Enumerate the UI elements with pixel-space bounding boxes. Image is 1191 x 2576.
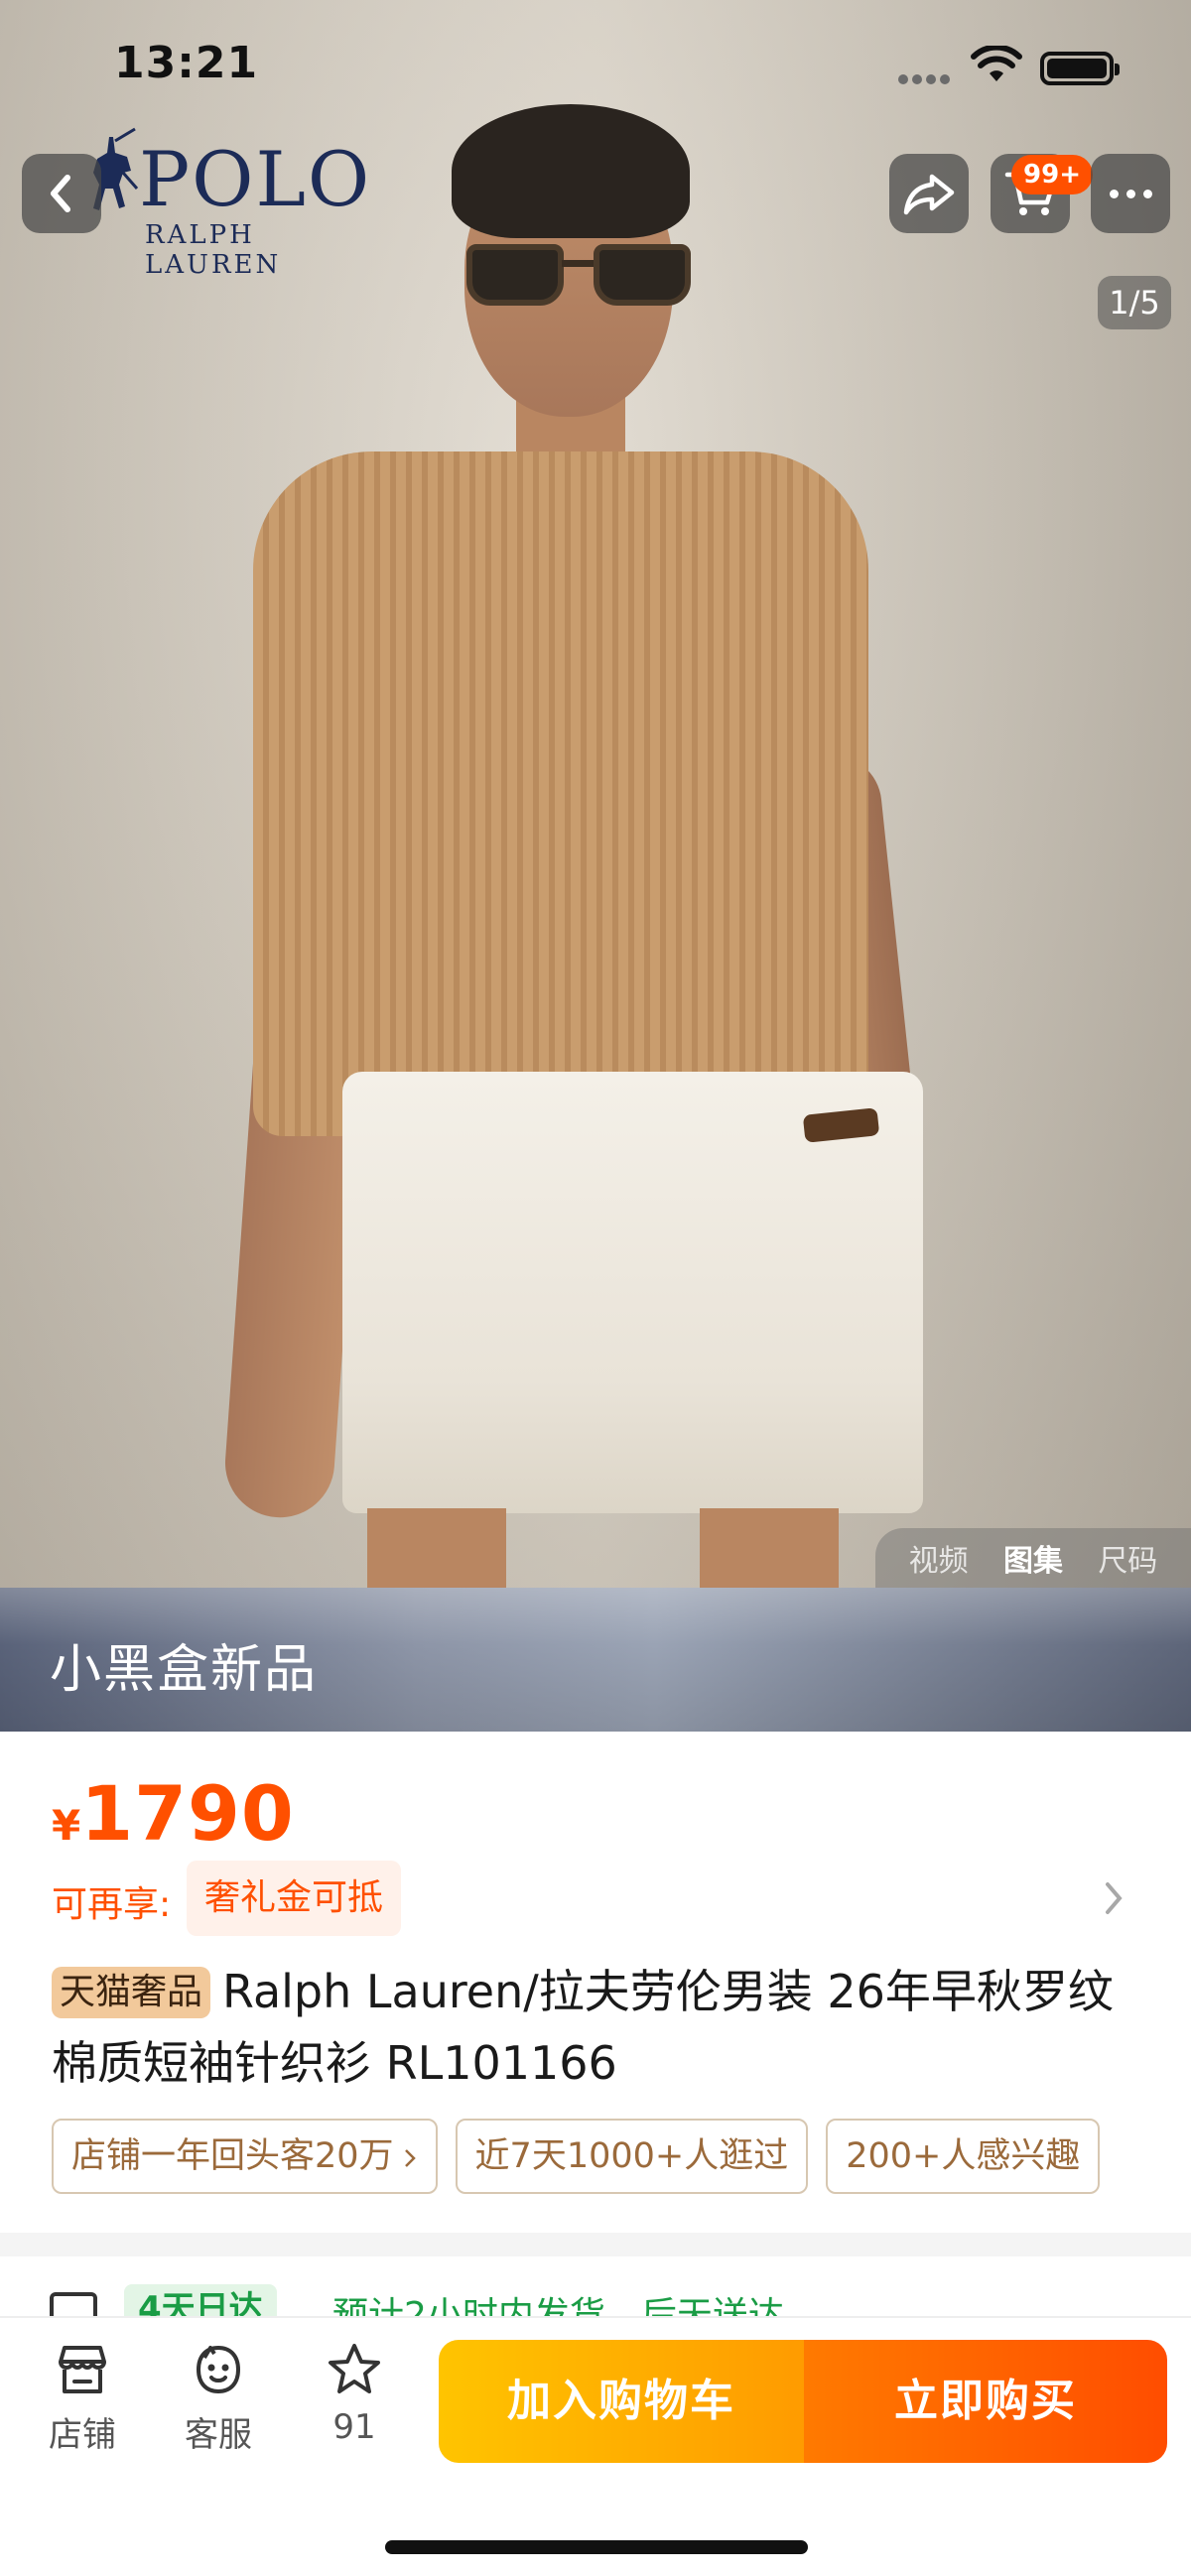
bottom-action-bar: 店铺 客服 91 加入购物车 立即购买 (0, 2316, 1191, 2576)
chip-label: 近7天1000+人逛过 (474, 2136, 789, 2176)
wifi-icon (971, 46, 1022, 81)
price: ¥1790 (52, 1769, 295, 1858)
model-sunglasses (466, 238, 697, 310)
customer-service-icon (196, 2345, 241, 2394)
chevron-right-icon (404, 2149, 416, 2167)
benefit-label: 可再享: (52, 1884, 172, 1925)
battery-icon (1040, 52, 1120, 85)
promo-banner-text: 小黑盒新品 (50, 1640, 319, 1700)
model-leg-right (700, 1508, 839, 1588)
chevron-left-icon (51, 175, 70, 212)
customer-service-label: 客服 (185, 2415, 252, 2455)
cart-count-badge: 99+ (1011, 155, 1093, 194)
product-highlights: 店铺一年回头客20万 近7天1000+人逛过 200+人感兴趣 (52, 2119, 1143, 2198)
buy-now-button[interactable]: 立即购买 (804, 2340, 1167, 2463)
star-icon (329, 2344, 380, 2393)
brand-subtitle: RALPH LAUREN (145, 220, 282, 280)
product-title: 天猫奢品 Ralph Lauren/拉夫劳伦男装 26年早秋罗纹棉质短袖针织衫 R… (52, 1956, 1153, 2099)
favorite-button[interactable]: 91 (300, 2340, 409, 2469)
chip-recent-visitors[interactable]: 近7天1000+人逛过 (455, 2119, 809, 2194)
tmall-luxury-badge: 天猫奢品 (52, 1967, 211, 2018)
shipping-row[interactable]: 4天日达 预计2小时内发货，后天送达 (0, 2256, 1191, 2316)
delivery-truck-icon (50, 2292, 97, 2316)
chip-repeat-customers[interactable]: 店铺一年回头客20万 (52, 2119, 438, 2194)
brand-name: POLO (139, 135, 372, 223)
signal-icon (898, 69, 956, 84)
shipping-tag: 4天日达 (124, 2284, 277, 2316)
polo-ralph-lauren-logo: POLO RALPH LAUREN (79, 127, 387, 280)
add-to-cart-button[interactable]: 加入购物车 (439, 2340, 804, 2463)
product-title-text: Ralph Lauren/拉夫劳伦男装 26年早秋罗纹棉质短袖针织衫 RL101… (52, 1965, 1114, 2090)
store-button[interactable]: 店铺 (28, 2340, 137, 2469)
store-icon (59, 2346, 106, 2393)
chip-label: 店铺一年回头客20万 (71, 2136, 394, 2176)
status-time: 13:21 (114, 38, 259, 88)
image-counter: 1/5 (1098, 276, 1171, 329)
share-button[interactable] (889, 154, 969, 233)
media-tab-size[interactable]: 尺码 (1098, 1536, 1157, 1580)
media-tab-gallery[interactable]: 图集 (1003, 1536, 1063, 1580)
benefit-tag[interactable]: 奢礼金可抵 (187, 1861, 402, 1936)
product-knit-shirt (253, 451, 868, 1136)
media-tabs: 视频 图集 尺码 (875, 1528, 1191, 1588)
status-bar: 13:21 (0, 0, 1191, 139)
store-label: 店铺 (49, 2415, 116, 2455)
product-image[interactable]: POLO RALPH LAUREN 1/5 视频 图集 尺码 (0, 0, 1191, 1588)
promo-banner[interactable]: 小黑盒新品 (0, 1588, 1191, 1732)
favorite-count: 91 (332, 2407, 376, 2447)
customer-service-button[interactable]: 客服 (164, 2340, 273, 2469)
share-icon (903, 174, 955, 215)
price-value: 1790 (80, 1769, 295, 1858)
more-button[interactable] (1091, 154, 1170, 233)
home-indicator (385, 2540, 808, 2554)
chevron-right-icon[interactable] (1100, 1878, 1127, 1918)
chip-interested[interactable]: 200+人感兴趣 (826, 2119, 1101, 2194)
model-leg-left (367, 1508, 506, 1588)
chip-label: 200+人感兴趣 (846, 2136, 1081, 2176)
product-info-card: ¥1790 可再享: 奢礼金可抵 天猫奢品 Ralph Lauren/拉夫劳伦男装… (0, 1732, 1191, 2233)
price-currency: ¥ (52, 1801, 81, 1850)
section-divider (0, 2233, 1191, 2256)
media-tab-video[interactable]: 视频 (909, 1536, 969, 1580)
shipping-estimate: 预计2小时内发货，后天送达 (332, 2295, 784, 2316)
more-icon (1109, 189, 1119, 198)
back-button[interactable] (22, 154, 101, 233)
